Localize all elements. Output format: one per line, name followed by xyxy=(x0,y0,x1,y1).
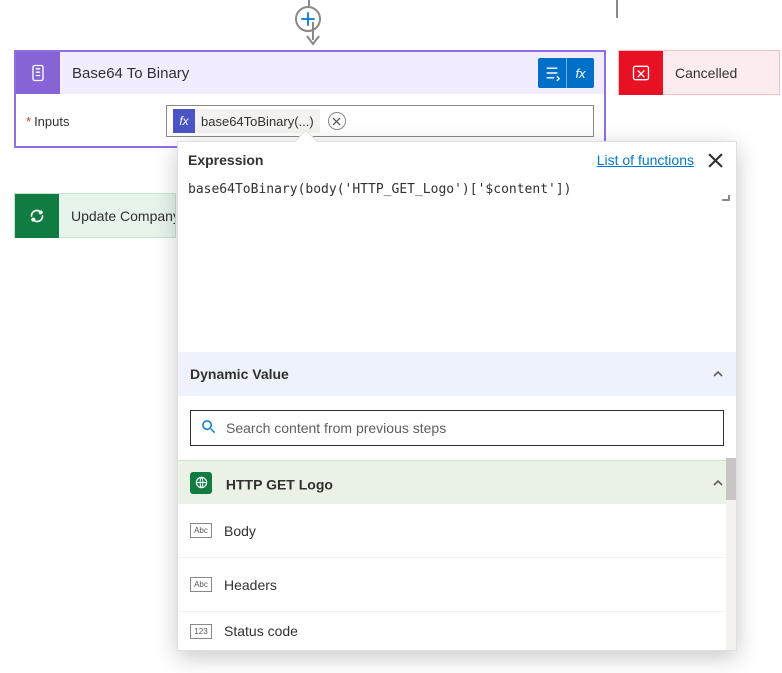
dataverse-icon xyxy=(15,194,59,238)
http-icon xyxy=(190,472,212,494)
action-card-update-company[interactable]: Update Company xyxy=(14,193,176,238)
close-icon xyxy=(708,153,723,168)
card-title: Cancelled xyxy=(663,65,779,81)
dynamic-value-section-header[interactable]: Dynamic Value xyxy=(178,352,736,396)
search-placeholder-text: Search content from previous steps xyxy=(226,420,446,436)
scrollbar-thumb[interactable] xyxy=(726,458,736,500)
output-item[interactable]: Abc Headers xyxy=(178,558,736,612)
inputs-field-label: *Inputs xyxy=(26,114,156,129)
card-title: Base64 To Binary xyxy=(72,65,526,82)
expression-token[interactable]: fx base64ToBinary(...) xyxy=(173,109,320,133)
type-badge: 123 xyxy=(190,624,212,639)
output-item[interactable]: Abc Body xyxy=(178,504,736,558)
fx-icon[interactable]: fx xyxy=(566,58,594,88)
chevron-up-icon xyxy=(712,368,724,380)
card-title: Update Company xyxy=(59,208,175,224)
type-badge: Abc xyxy=(190,577,212,592)
expression-editor-title: Expression xyxy=(188,152,263,168)
action-card-cancelled[interactable]: Cancelled xyxy=(618,50,780,95)
list-functions-link[interactable]: List of functions xyxy=(597,152,694,168)
inputs-field[interactable]: fx base64ToBinary(...) xyxy=(166,105,594,137)
type-badge: Abc xyxy=(190,523,212,538)
output-item-label: Body xyxy=(224,523,256,539)
dynamic-content-icon[interactable] xyxy=(538,58,566,88)
connector-line xyxy=(616,0,618,18)
expression-token-label: base64ToBinary(...) xyxy=(201,114,314,129)
source-step-header[interactable]: HTTP GET Logo xyxy=(178,460,736,504)
expression-editor-panel: Expression List of functions base64ToBin… xyxy=(177,141,737,651)
expression-mode-toggle[interactable]: fx xyxy=(538,58,594,88)
dynamic-content-search[interactable]: Search content from previous steps xyxy=(190,410,724,446)
close-button[interactable] xyxy=(704,149,726,171)
search-icon xyxy=(201,419,216,437)
chevron-up-icon xyxy=(712,477,724,489)
close-icon xyxy=(332,117,341,126)
fx-icon: fx xyxy=(173,109,195,133)
clear-token-button[interactable] xyxy=(328,112,346,130)
output-item-label: Headers xyxy=(224,577,277,593)
data-operations-icon xyxy=(16,52,60,94)
output-item-label: Status code xyxy=(224,623,298,639)
connector-line xyxy=(304,22,314,46)
terminate-icon xyxy=(619,51,663,95)
output-item[interactable]: 123 Status code xyxy=(178,612,736,650)
expression-code-input[interactable]: base64ToBinary(body('HTTP_GET_Logo')['$c… xyxy=(178,178,736,199)
arrow-down-icon xyxy=(304,22,322,48)
